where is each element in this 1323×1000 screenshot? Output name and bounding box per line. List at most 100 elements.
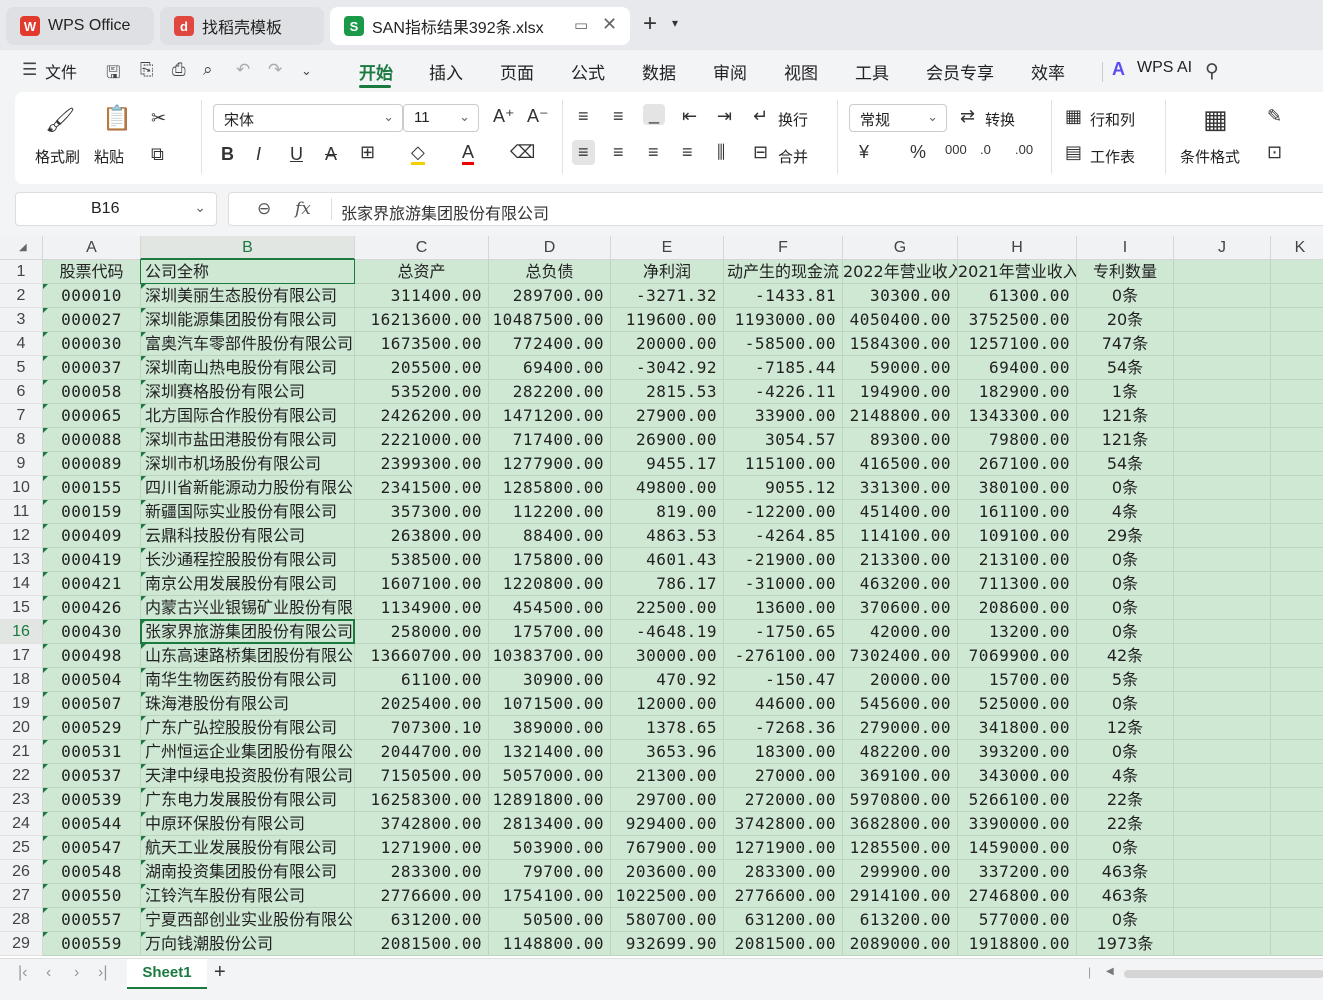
company-name-cell[interactable]: 中原环保股份有限公司 <box>141 812 355 836</box>
empty-cell[interactable] <box>1174 476 1271 500</box>
empty-cell[interactable] <box>1174 740 1271 764</box>
value-cell[interactable]: -4264.85 <box>724 524 843 548</box>
company-name-cell[interactable]: 深圳市盐田港股份有限公司 <box>141 428 355 452</box>
row-header[interactable]: 24 <box>0 812 43 836</box>
percent-icon[interactable]: % <box>910 142 926 163</box>
value-cell[interactable]: 3752500.00 <box>958 308 1077 332</box>
value-cell[interactable]: 20条 <box>1077 308 1174 332</box>
value-cell[interactable]: 29条 <box>1077 524 1174 548</box>
value-cell[interactable]: 482200.00 <box>843 740 958 764</box>
value-cell[interactable]: 69400.00 <box>489 356 611 380</box>
value-cell[interactable]: 7069900.00 <box>958 644 1077 668</box>
row-header[interactable]: 1 <box>0 260 43 284</box>
stock-code-cell[interactable]: 000498 <box>43 644 141 668</box>
scroll-left-icon[interactable]: ◀ <box>1106 966 1114 977</box>
empty-cell[interactable] <box>1174 812 1271 836</box>
justify-icon[interactable]: ≡ <box>682 142 693 163</box>
empty-cell[interactable] <box>1174 668 1271 692</box>
row-header[interactable]: 27 <box>0 884 43 908</box>
zoom-icon[interactable]: ⊖ <box>257 199 271 219</box>
value-cell[interactable]: 282200.00 <box>489 380 611 404</box>
company-name-cell[interactable]: 航天工业发展股份有限公司 <box>141 836 355 860</box>
print-icon[interactable]: ⎙ <box>172 60 186 80</box>
value-cell[interactable]: 393200.00 <box>958 740 1077 764</box>
align-right-icon[interactable]: ≡ <box>648 142 659 163</box>
value-cell[interactable]: 631200.00 <box>724 908 843 932</box>
value-cell[interactable]: 109100.00 <box>958 524 1077 548</box>
company-name-cell[interactable]: 宁夏西部创业实业股份有限公司 <box>141 908 355 932</box>
align-middle-icon[interactable]: ≡ <box>613 106 624 127</box>
undo-icon[interactable]: ↶ <box>236 60 250 80</box>
empty-cell[interactable] <box>1174 452 1271 476</box>
value-cell[interactable]: 42条 <box>1077 644 1174 668</box>
value-cell[interactable]: 577000.00 <box>958 908 1077 932</box>
value-cell[interactable]: 1754100.00 <box>489 884 611 908</box>
increase-font-icon[interactable]: A⁺ <box>493 106 515 127</box>
value-cell[interactable]: 7150500.00 <box>355 764 489 788</box>
menu-member[interactable]: 会员专享 <box>926 59 994 84</box>
value-cell[interactable]: 470.92 <box>611 668 724 692</box>
value-cell[interactable]: 707300.10 <box>355 716 489 740</box>
company-name-cell[interactable]: 四川省新能源动力股份有限公司 <box>141 476 355 500</box>
empty-cell[interactable] <box>1271 524 1323 548</box>
rows-cols-icon[interactable]: ▦ <box>1065 106 1082 127</box>
empty-cell[interactable] <box>1174 788 1271 812</box>
value-cell[interactable]: 88400.00 <box>489 524 611 548</box>
number-format-select[interactable]: 常规 ⌄ <box>849 104 947 132</box>
value-cell[interactable]: 631200.00 <box>355 908 489 932</box>
value-cell[interactable]: 18300.00 <box>724 740 843 764</box>
empty-cell[interactable] <box>1174 764 1271 788</box>
value-cell[interactable]: 2148800.00 <box>843 404 958 428</box>
column-header-g[interactable]: G <box>843 236 958 260</box>
menu-insert[interactable]: 插入 <box>429 59 463 84</box>
value-cell[interactable]: 267100.00 <box>958 452 1077 476</box>
empty-cell[interactable] <box>1271 548 1323 572</box>
company-name-cell[interactable]: 万向钱潮股份公司 <box>141 932 355 956</box>
row-header[interactable]: 22 <box>0 764 43 788</box>
increase-decimal-icon[interactable]: .0 <box>980 142 991 157</box>
row-header[interactable]: 12 <box>0 524 43 548</box>
value-cell[interactable]: 929400.00 <box>611 812 724 836</box>
row-header[interactable]: 4 <box>0 332 43 356</box>
value-cell[interactable]: 0条 <box>1077 284 1174 308</box>
company-name-cell[interactable]: 深圳能源集团股份有限公司 <box>141 308 355 332</box>
row-header[interactable]: 20 <box>0 716 43 740</box>
header-cell[interactable]: 2022年营业收入 <box>843 260 958 284</box>
convert-label[interactable]: 转换 <box>985 109 1015 130</box>
value-cell[interactable]: -150.47 <box>724 668 843 692</box>
menu-wps-ai[interactable]: WPS AI <box>1137 59 1192 77</box>
align-bottom-icon[interactable]: _ <box>643 104 666 125</box>
stock-code-cell[interactable]: 000550 <box>43 884 141 908</box>
add-sheet-icon[interactable]: + <box>214 961 226 984</box>
empty-cell[interactable] <box>1271 284 1323 308</box>
empty-cell[interactable] <box>1271 404 1323 428</box>
empty-cell[interactable] <box>1271 620 1323 644</box>
value-cell[interactable]: 10383700.00 <box>489 644 611 668</box>
empty-cell[interactable] <box>1174 332 1271 356</box>
decrease-decimal-icon[interactable]: .00 <box>1015 142 1033 157</box>
value-cell[interactable]: 0条 <box>1077 476 1174 500</box>
empty-cell[interactable] <box>1271 836 1323 860</box>
value-cell[interactable]: 213100.00 <box>958 548 1077 572</box>
worksheet-icon[interactable]: ▤ <box>1065 142 1082 163</box>
wrap-text-icon[interactable]: ↵ <box>753 106 768 127</box>
value-cell[interactable]: 311400.00 <box>355 284 489 308</box>
value-cell[interactable]: 5057000.00 <box>489 764 611 788</box>
empty-cell[interactable] <box>1174 908 1271 932</box>
value-cell[interactable]: 1673500.00 <box>355 332 489 356</box>
value-cell[interactable]: 33900.00 <box>724 404 843 428</box>
stock-code-cell[interactable]: 000030 <box>43 332 141 356</box>
close-tab-icon[interactable]: ✕ <box>602 14 617 35</box>
last-sheet-icon[interactable]: ›| <box>98 964 107 982</box>
value-cell[interactable]: 61100.00 <box>355 668 489 692</box>
company-name-cell[interactable]: 江铃汽车股份有限公司 <box>141 884 355 908</box>
company-name-cell[interactable]: 深圳南山热电股份有限公司 <box>141 356 355 380</box>
value-cell[interactable]: 0条 <box>1077 740 1174 764</box>
value-cell[interactable]: 12条 <box>1077 716 1174 740</box>
value-cell[interactable]: 0条 <box>1077 908 1174 932</box>
company-name-cell[interactable]: 广东电力发展股份有限公司 <box>141 788 355 812</box>
row-header[interactable]: 14 <box>0 572 43 596</box>
name-box[interactable]: B16 ⌄ <box>15 192 217 226</box>
value-cell[interactable]: 2815.53 <box>611 380 724 404</box>
company-name-cell[interactable]: 富奥汽车零部件股份有限公司 <box>141 332 355 356</box>
